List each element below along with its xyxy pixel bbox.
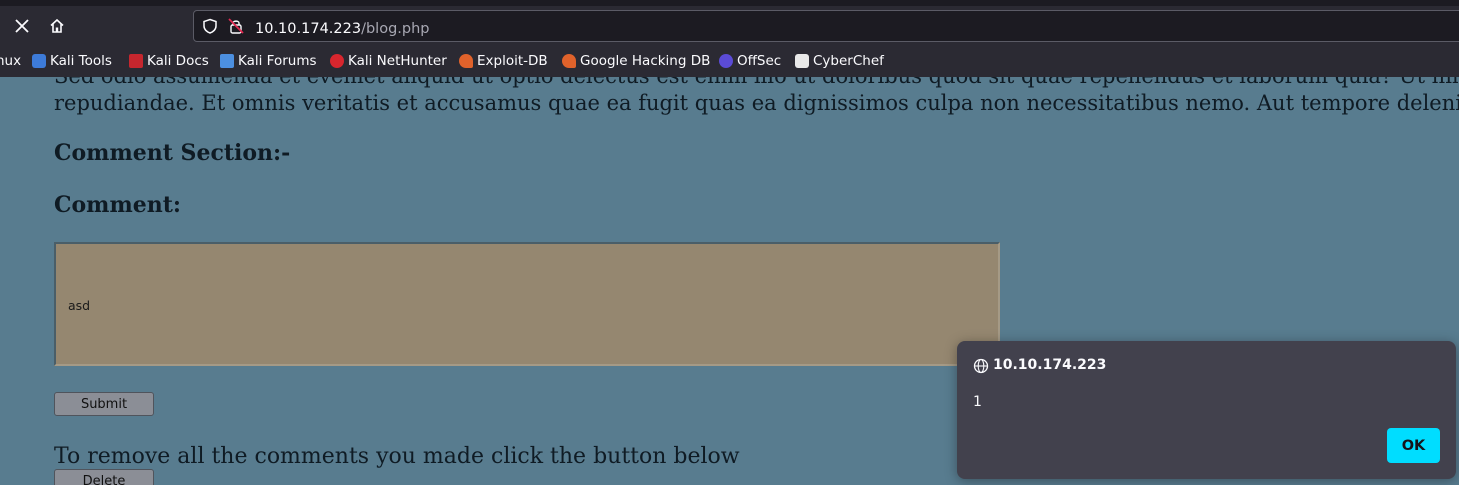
ok-button[interactable]: OK [1387, 428, 1440, 463]
lorem-paragraph-line: repudiandae. Et omnis veritatis et accus… [54, 91, 1459, 115]
bookmark-label: Kali Tools [50, 53, 112, 69]
url-path: /blog.php [361, 21, 430, 37]
cyberchef-icon [795, 54, 809, 68]
bookmark-label: nux [0, 53, 22, 69]
browser-toolbar: 10.10.174.223/blog.php [0, 6, 1459, 46]
bookmark-cyberchef[interactable]: CyberChef [795, 52, 884, 70]
insecure-lock-icon[interactable] [228, 18, 244, 34]
bookmark-exploit-db[interactable]: Exploit-DB [459, 52, 548, 70]
home-icon [50, 18, 64, 33]
dialog-message: 1 [973, 394, 982, 410]
kali-docs-icon [129, 54, 143, 68]
delete-button[interactable]: Delete [54, 469, 154, 485]
comment-textarea[interactable]: asd [54, 242, 1000, 366]
bookmark-google-hacking-db[interactable]: Google Hacking DB [562, 52, 710, 70]
submit-button[interactable]: Submit [54, 392, 154, 416]
bookmark-label: Kali Forums [238, 53, 317, 69]
bookmark-label: Kali NetHunter [348, 53, 447, 69]
bookmark-kali-tools[interactable]: Kali Tools [32, 52, 112, 70]
remove-comments-text: To remove all the comments you made clic… [54, 444, 740, 469]
comment-value: asd [68, 298, 91, 313]
url-host: 10.10.174.223 [255, 21, 362, 37]
bookmark-kali-linux[interactable]: nux [0, 52, 21, 70]
bookmark-label: Kali Docs [147, 53, 209, 69]
bookmarks-toolbar: nux Kali Tools Kali Docs Kali Forums Kal… [0, 46, 1459, 77]
dialog-origin: 10.10.174.223 [993, 357, 1107, 373]
home-button[interactable] [43, 12, 71, 40]
alert-dialog: 10.10.174.223 1 OK [957, 341, 1456, 479]
bookmark-kali-forums[interactable]: Kali Forums [220, 52, 317, 70]
globe-icon [973, 358, 989, 374]
bookmark-label: OffSec [737, 53, 782, 69]
google-hacking-db-icon [562, 54, 576, 68]
close-tab-button[interactable] [8, 12, 36, 40]
bookmark-kali-docs[interactable]: Kali Docs [129, 52, 209, 70]
bookmark-label: Google Hacking DB [580, 53, 711, 69]
lorem-paragraph-line: Sed odio assumenda et eveniet aliquid ut… [54, 77, 1459, 88]
offsec-icon [719, 54, 733, 68]
comment-label: Comment: [54, 192, 182, 218]
close-icon [15, 19, 29, 33]
kali-nethunter-icon [330, 54, 344, 68]
url-bar[interactable]: 10.10.174.223/blog.php [193, 10, 1459, 42]
kali-forums-icon [220, 54, 234, 68]
kali-tools-icon [32, 54, 46, 68]
comment-section-heading: Comment Section:- [54, 140, 291, 166]
bookmark-offsec[interactable]: OffSec [719, 52, 781, 70]
exploit-db-icon [459, 54, 473, 68]
bookmark-label: Exploit-DB [477, 53, 548, 69]
url-text[interactable]: 10.10.174.223/blog.php [255, 18, 430, 37]
bookmark-kali-nethunter[interactable]: Kali NetHunter [330, 52, 447, 70]
bookmark-label: CyberChef [813, 53, 884, 69]
shield-icon[interactable] [202, 18, 218, 34]
